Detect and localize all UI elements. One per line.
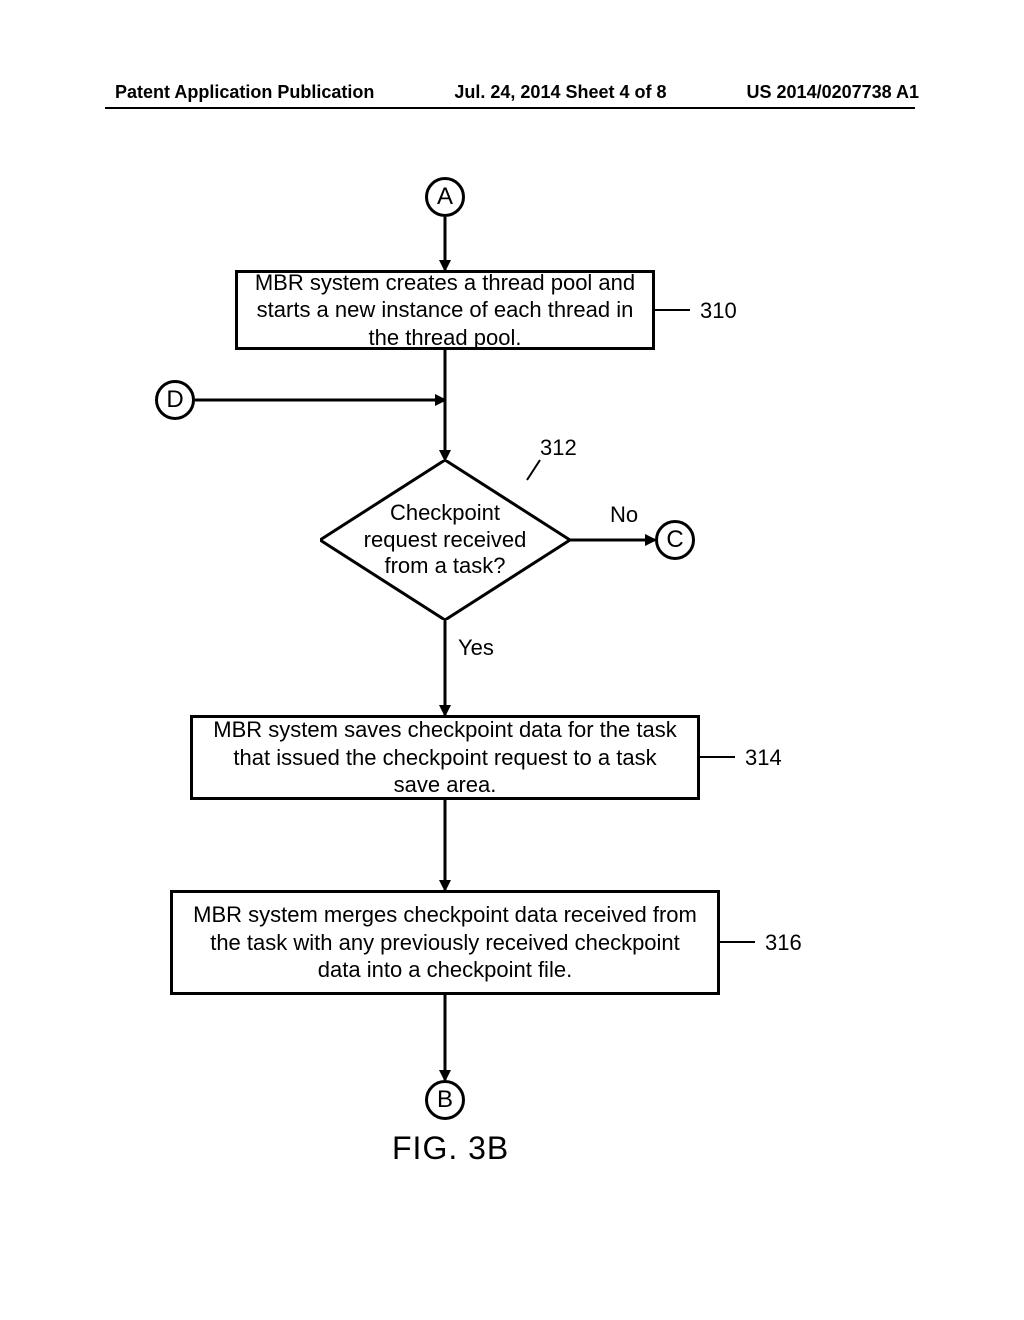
header-left: Patent Application Publication — [115, 82, 374, 103]
connector-label: D — [166, 386, 183, 414]
ref-316: 316 — [765, 930, 802, 956]
ref-314: 314 — [745, 745, 782, 771]
edge-no: No — [610, 502, 638, 528]
figure-caption: FIG. 3B — [392, 1130, 509, 1167]
process-text: MBR system saves checkpoint data for the… — [209, 716, 681, 799]
ref-310: 310 — [700, 298, 737, 324]
process-text: MBR system creates a thread pool and sta… — [254, 269, 636, 352]
ref-312: 312 — [540, 435, 577, 461]
connector-b: B — [425, 1080, 465, 1120]
process-314: MBR system saves checkpoint data for the… — [190, 715, 700, 800]
connector-label: C — [666, 526, 683, 554]
connector-label: B — [437, 1086, 453, 1114]
flowchart: A MBR system creates a thread pool and s… — [0, 150, 1024, 1250]
process-310: MBR system creates a thread pool and sta… — [235, 270, 655, 350]
header-rule — [105, 107, 915, 109]
edge-yes: Yes — [458, 635, 494, 661]
header-right: US 2014/0207738 A1 — [747, 82, 919, 103]
decision-text: Checkpoint request received from a task? — [320, 460, 570, 620]
decision-312: Checkpoint request received from a task? — [320, 460, 570, 620]
process-text: MBR system merges checkpoint data receiv… — [189, 901, 701, 984]
connector-a: A — [425, 177, 465, 217]
connector-d: D — [155, 380, 195, 420]
connector-label: A — [437, 183, 453, 211]
header-center: Jul. 24, 2014 Sheet 4 of 8 — [454, 82, 666, 103]
page-header: Patent Application Publication Jul. 24, … — [0, 82, 1024, 103]
connector-c: C — [655, 520, 695, 560]
process-316: MBR system merges checkpoint data receiv… — [170, 890, 720, 995]
